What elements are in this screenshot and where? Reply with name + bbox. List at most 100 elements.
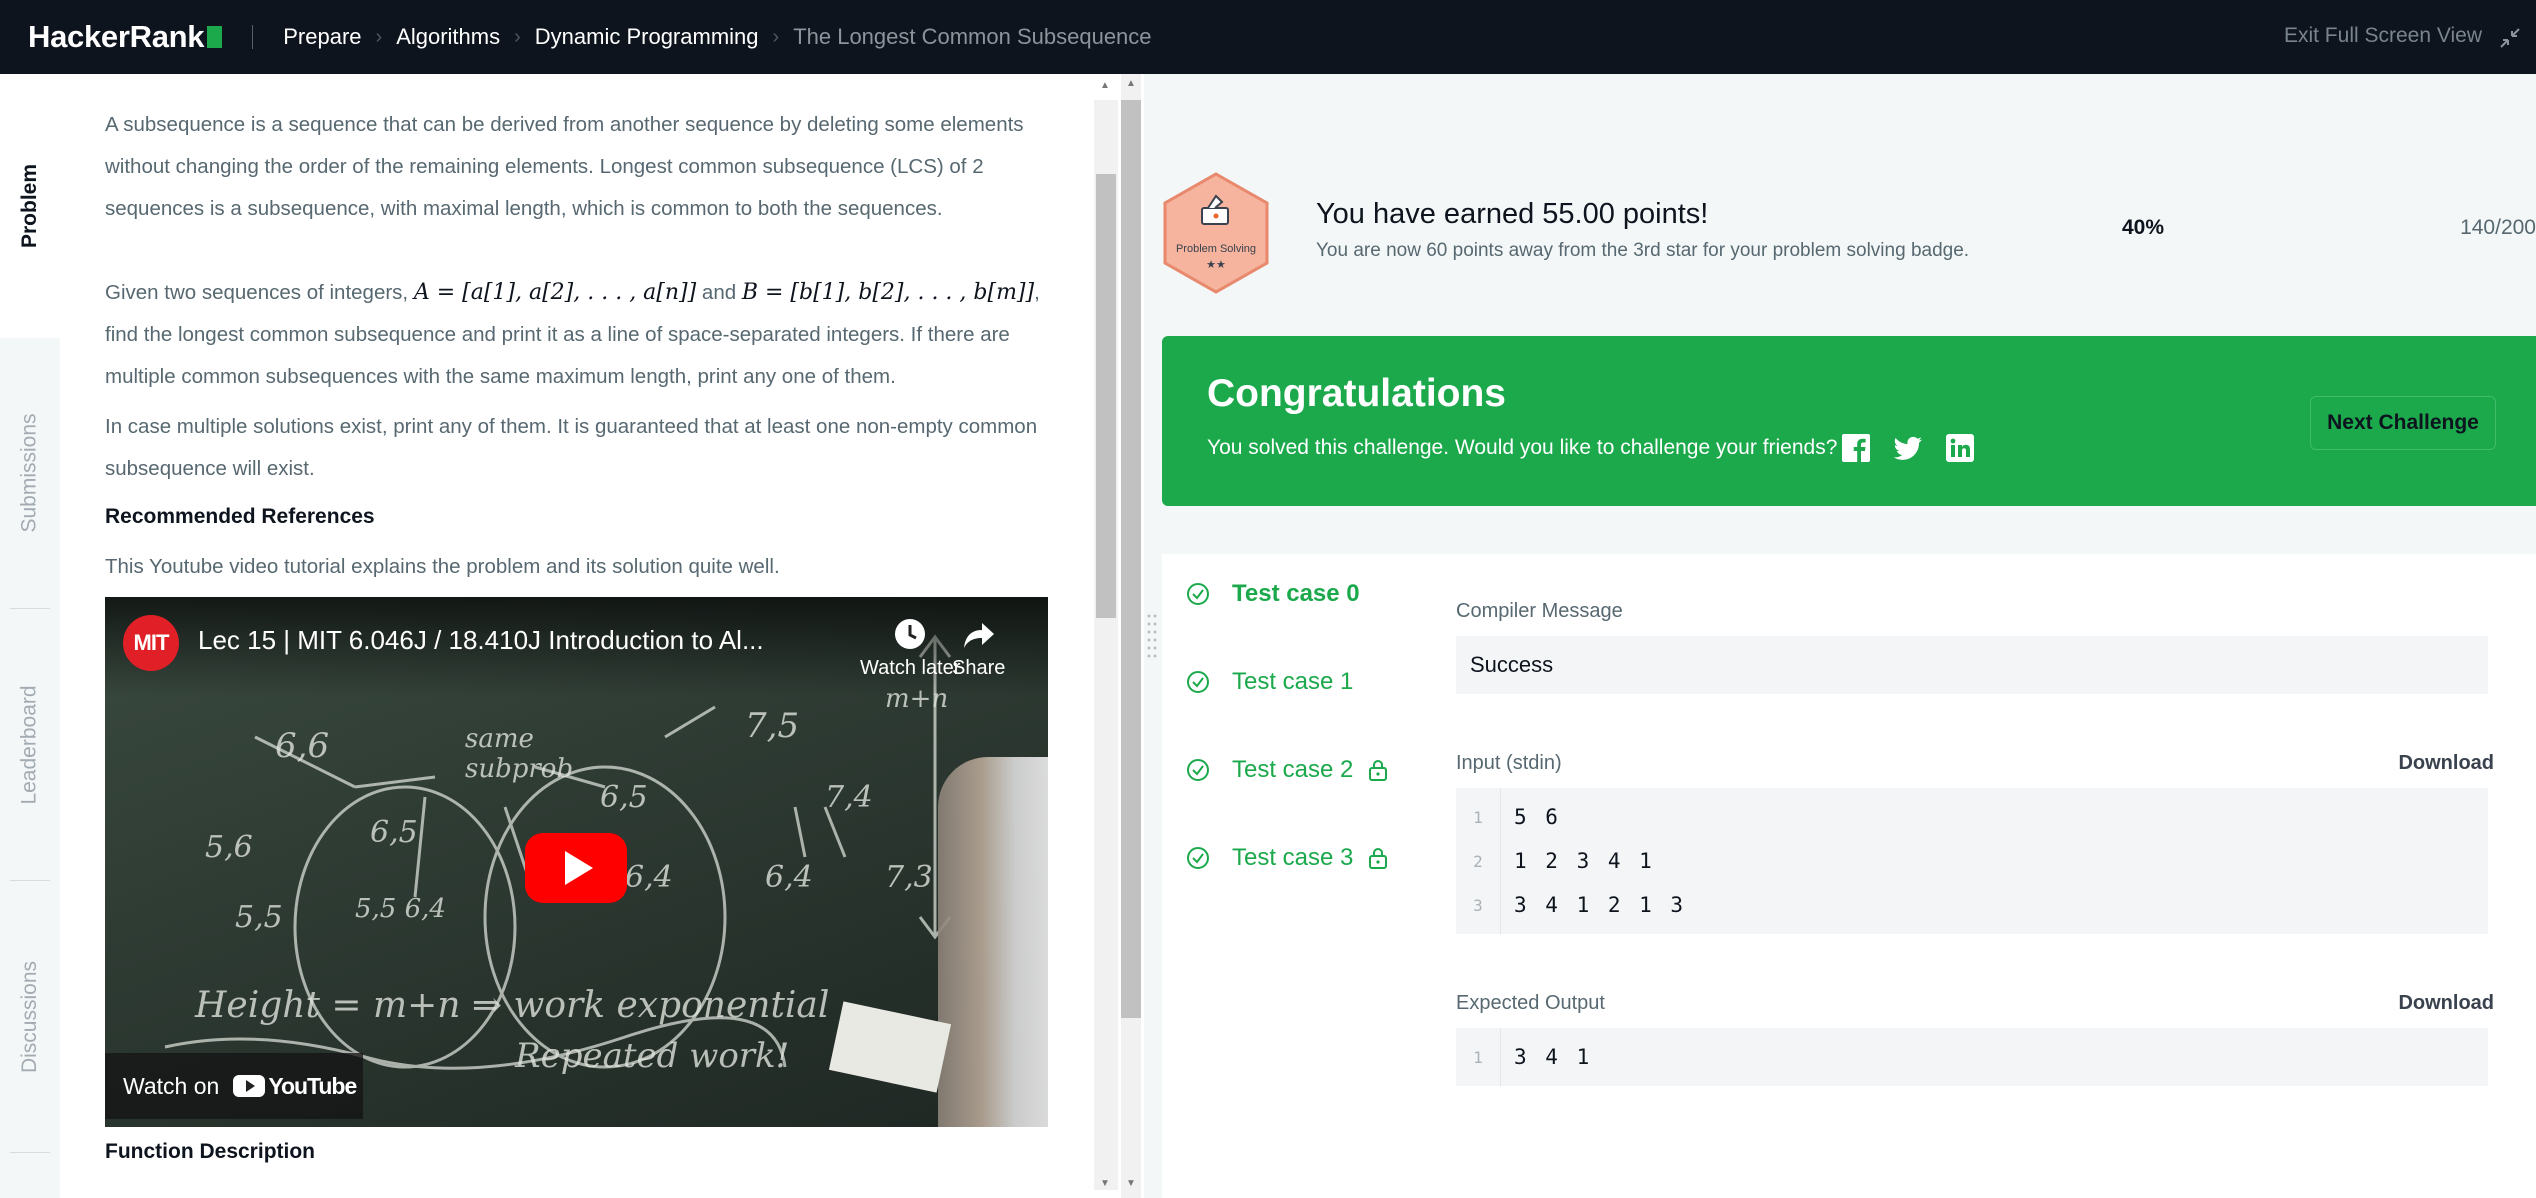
tab-problem[interactable]: Problem bbox=[0, 74, 60, 338]
tab-leaderboard[interactable]: Leaderboard bbox=[0, 610, 60, 880]
congratulations-banner: Congratulations You solved this challeng… bbox=[1162, 336, 2536, 506]
exit-fullscreen-icon[interactable] bbox=[2498, 26, 2522, 50]
watch-later-label: Watch later bbox=[860, 657, 961, 679]
scrollbar-thumb[interactable] bbox=[1096, 174, 1116, 618]
youtube-logo: YouTube bbox=[233, 1072, 357, 1100]
svg-text:6,5: 6,5 bbox=[370, 815, 418, 850]
scroll-up-arrow-icon[interactable]: ▲ bbox=[1126, 78, 1136, 89]
tab-problem-label: Problem bbox=[18, 163, 41, 249]
video-title[interactable]: Lec 15 | MIT 6.046J / 18.410J Introducti… bbox=[198, 625, 764, 656]
svg-text:Height = m+n ⇒ work exponentia: Height = m+n ⇒ work exponential bbox=[194, 985, 829, 1026]
share-label: Share bbox=[952, 657, 1006, 679]
breadcrumb-prepare[interactable]: Prepare bbox=[283, 24, 361, 50]
svg-text:7,4: 7,4 bbox=[825, 780, 873, 815]
lock-icon bbox=[1369, 847, 1388, 869]
code-line: 1 5 6 bbox=[1456, 795, 2488, 839]
facebook-icon[interactable] bbox=[1840, 432, 1872, 464]
problem-paragraph: A subsequence is a sequence that can be … bbox=[105, 113, 1024, 220]
tab-submissions-label: Submissions bbox=[18, 413, 41, 533]
math-sequence-b: B = [b[1], b[2], . . . , b[m]] bbox=[741, 280, 1035, 305]
download-output-link[interactable]: Download bbox=[2398, 992, 2494, 1015]
tab-discussions-label: Discussions bbox=[18, 960, 42, 1074]
compiler-message-label: Compiler Message bbox=[1456, 600, 1623, 622]
topbar-divider bbox=[252, 25, 254, 49]
breadcrumb-algorithms[interactable]: Algorithms bbox=[396, 24, 500, 50]
tab-submissions[interactable]: Submissions bbox=[0, 338, 60, 608]
badge-progress-row: Problem Solving ★★ You have earned 55.00… bbox=[1162, 172, 2536, 302]
expected-output-box: 1 3 4 1 bbox=[1456, 1028, 2488, 1086]
tab-divider bbox=[10, 1152, 50, 1153]
svg-text:6,4: 6,4 bbox=[765, 860, 813, 895]
svg-text:subprob: subprob bbox=[465, 754, 573, 784]
references-heading: Recommended References bbox=[105, 505, 375, 528]
chevron-right-icon: › bbox=[772, 25, 780, 48]
problem-sidebar-tabs: Problem Submissions Leaderboard Discussi… bbox=[0, 74, 60, 1198]
congratulations-title: Congratulations bbox=[1207, 372, 1506, 415]
scroll-down-arrow-icon[interactable]: ▼ bbox=[1100, 1178, 1110, 1189]
tab-test-case-2[interactable]: Test case 2 bbox=[1186, 756, 1389, 784]
input-code-box: 1 5 6 2 1 2 3 4 1 3 3 4 1 2 1 3 bbox=[1456, 788, 2488, 934]
scroll-down-arrow-icon[interactable]: ▼ bbox=[1126, 1178, 1136, 1189]
youtube-wordmark: YouTube bbox=[268, 1072, 357, 1099]
line-number: 1 bbox=[1473, 807, 1483, 827]
logo-text: HackerRank bbox=[28, 19, 205, 54]
input-stdin-label: Input (stdin) bbox=[1456, 752, 1562, 774]
check-circle-icon bbox=[1187, 583, 1209, 605]
hackerrank-logo[interactable]: HackerRank bbox=[28, 19, 223, 55]
tab-test-case-3[interactable]: Test case 3 bbox=[1186, 844, 1389, 872]
line-text: 1 2 3 4 1 bbox=[1514, 849, 1655, 873]
badge-progress-percent: 40% bbox=[2122, 216, 2165, 239]
twitter-icon[interactable] bbox=[1892, 432, 1924, 464]
math-sequence-a: A = [a[1], a[2], . . . , a[n]] bbox=[413, 280, 697, 305]
svg-text:same: same bbox=[465, 724, 534, 754]
tab-discussions[interactable]: Discussions bbox=[0, 882, 60, 1152]
function-description-heading: Function Description bbox=[105, 1140, 315, 1163]
svg-text:Repeated work!: Repeated work! bbox=[514, 1036, 789, 1076]
youtube-play-icon bbox=[233, 1075, 266, 1097]
results-panel: Problem Solving ★★ You have earned 55.00… bbox=[1144, 74, 2536, 1198]
share-icon bbox=[963, 623, 994, 648]
problem-paragraph: Given two sequences of integers, A = [a[… bbox=[105, 272, 1050, 398]
test-case-label: Test case 2 bbox=[1232, 756, 1354, 783]
page-scrollbar-thumb[interactable] bbox=[1121, 100, 1141, 1018]
test-case-label: Test case 3 bbox=[1232, 844, 1354, 871]
watch-later-button[interactable]: Watch later bbox=[860, 617, 960, 680]
tab-test-case-0[interactable]: Test case 0 bbox=[1186, 580, 1360, 608]
svg-text:6,5: 6,5 bbox=[600, 780, 648, 815]
clock-icon bbox=[895, 619, 926, 649]
problem-paragraph: In case multiple solutions exist, print … bbox=[105, 415, 1038, 480]
badge-stars: ★★ bbox=[1206, 258, 1226, 271]
code-line: 1 3 4 1 bbox=[1456, 1035, 2488, 1079]
watch-on-label: Watch on bbox=[123, 1072, 220, 1099]
breadcrumb-dynamic-programming[interactable]: Dynamic Programming bbox=[535, 24, 759, 50]
chevron-right-icon: › bbox=[375, 25, 383, 48]
check-circle-icon bbox=[1187, 759, 1209, 781]
references-text: This Youtube video tutorial explains the… bbox=[105, 555, 780, 578]
lecturer bbox=[938, 757, 1048, 1127]
svg-text:7,5: 7,5 bbox=[745, 706, 799, 746]
problem-scrollbar[interactable]: ▲ ▼ bbox=[1092, 74, 1122, 1198]
line-number: 1 bbox=[1473, 1047, 1483, 1067]
test-cases-panel: Test case 0 Test case 1 Test case 2 Test… bbox=[1162, 554, 2536, 1198]
channel-avatar[interactable]: MIT bbox=[123, 615, 179, 671]
linkedin-icon[interactable] bbox=[1944, 432, 1976, 464]
split-pane-handle-icon[interactable] bbox=[1146, 612, 1158, 664]
watch-on-youtube-button[interactable]: Watch on YouTube bbox=[105, 1053, 363, 1119]
check-circle-icon bbox=[1187, 671, 1209, 693]
compiler-message-box: Success bbox=[1456, 636, 2488, 694]
exit-fullscreen-link[interactable]: Exit Full Screen View bbox=[2284, 24, 2482, 48]
line-text: 5 6 bbox=[1514, 805, 1561, 829]
download-input-link[interactable]: Download bbox=[2398, 752, 2494, 775]
next-challenge-button[interactable]: Next Challenge bbox=[2310, 396, 2496, 450]
youtube-video-embed[interactable]: 6,6 same subprob 7,5 5,6 6,5 6,5 7,4 5,5… bbox=[105, 597, 1048, 1127]
share-button[interactable]: Share bbox=[952, 617, 1005, 680]
tab-test-case-1[interactable]: Test case 1 bbox=[1186, 668, 1353, 696]
problem-content: A subsequence is a sequence that can be … bbox=[105, 104, 1050, 588]
svg-text:6,6: 6,6 bbox=[275, 726, 329, 766]
scroll-up-arrow-icon[interactable]: ▲ bbox=[1100, 80, 1110, 91]
badge-progress-points: 140/200 bbox=[2460, 216, 2536, 239]
line-number: 3 bbox=[1473, 895, 1483, 915]
test-case-label: Test case 0 bbox=[1232, 580, 1360, 607]
line-text: 3 4 1 bbox=[1514, 1045, 1593, 1069]
play-button[interactable] bbox=[525, 833, 627, 903]
